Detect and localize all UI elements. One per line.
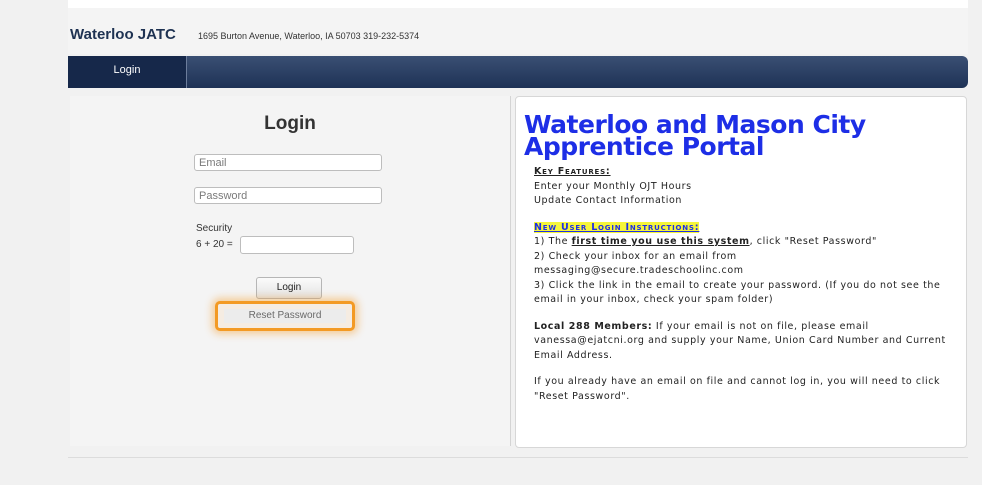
portal-title: Waterloo and Mason City Apprentice Porta…	[524, 112, 954, 161]
step-2: 2) Check your inbox for an email from	[534, 250, 737, 262]
step-3: 3) Click the link in the email to create…	[534, 279, 941, 306]
info-panel: Waterloo and Mason City Apprentice Porta…	[515, 96, 967, 448]
nav-bar: Login	[68, 56, 968, 88]
login-button[interactable]: Login	[256, 277, 322, 299]
local-email-link[interactable]: vanessa@ejatcni.org	[534, 335, 644, 346]
local-text-1: If your email is not on file, please ema…	[652, 320, 869, 332]
step-1-suffix: , click "Reset Password"	[749, 236, 877, 247]
step-1: 1) The first time you use this system, c…	[534, 235, 954, 250]
password-input[interactable]	[194, 187, 382, 204]
new-user-heading-row: New User Login Instructions:	[534, 221, 954, 236]
feature-item: Update Contact Information	[534, 195, 682, 206]
portal-title-line2: Apprentice Portal	[524, 132, 764, 161]
email-input[interactable]	[194, 154, 382, 171]
nav-login-tab[interactable]: Login	[68, 56, 187, 88]
page: Waterloo JATC 1695 Burton Avenue, Waterl…	[68, 0, 968, 485]
login-panel: Login Security 6 + 20 = Login Reset Pass…	[70, 96, 511, 446]
top-strip	[68, 0, 968, 8]
brand-title: Waterloo JATC	[70, 26, 176, 43]
step-1-emphasis: first time you use this system	[571, 236, 750, 247]
reset-note: If you already have an email on file and…	[534, 376, 941, 402]
feature-item: Enter your Monthly OJT Hours	[534, 180, 692, 192]
step-1-prefix: 1) The	[534, 236, 572, 247]
key-features-heading: Key Features:	[534, 166, 611, 177]
captcha-input[interactable]	[240, 236, 354, 254]
footer-divider	[68, 457, 968, 458]
local-heading: Local 288 Members:	[534, 320, 653, 332]
login-title: Login	[264, 113, 316, 134]
security-label: Security	[196, 223, 233, 234]
new-user-heading: New User Login Instructions:	[534, 221, 700, 233]
step-2-email: messaging@secure.tradeschoolinc.com	[534, 265, 744, 276]
reset-password-button[interactable]: Reset Password	[224, 309, 346, 323]
local-members-note: Local 288 Members: If your email is not …	[534, 320, 954, 364]
captcha-expression: 6 + 20 =	[196, 239, 233, 250]
header-address: 1695 Burton Avenue, Waterloo, IA 50703 3…	[198, 31, 420, 41]
reset-password-highlight: Reset Password	[215, 301, 355, 331]
info-text: Key Features: Enter your Monthly OJT Hou…	[534, 165, 954, 404]
